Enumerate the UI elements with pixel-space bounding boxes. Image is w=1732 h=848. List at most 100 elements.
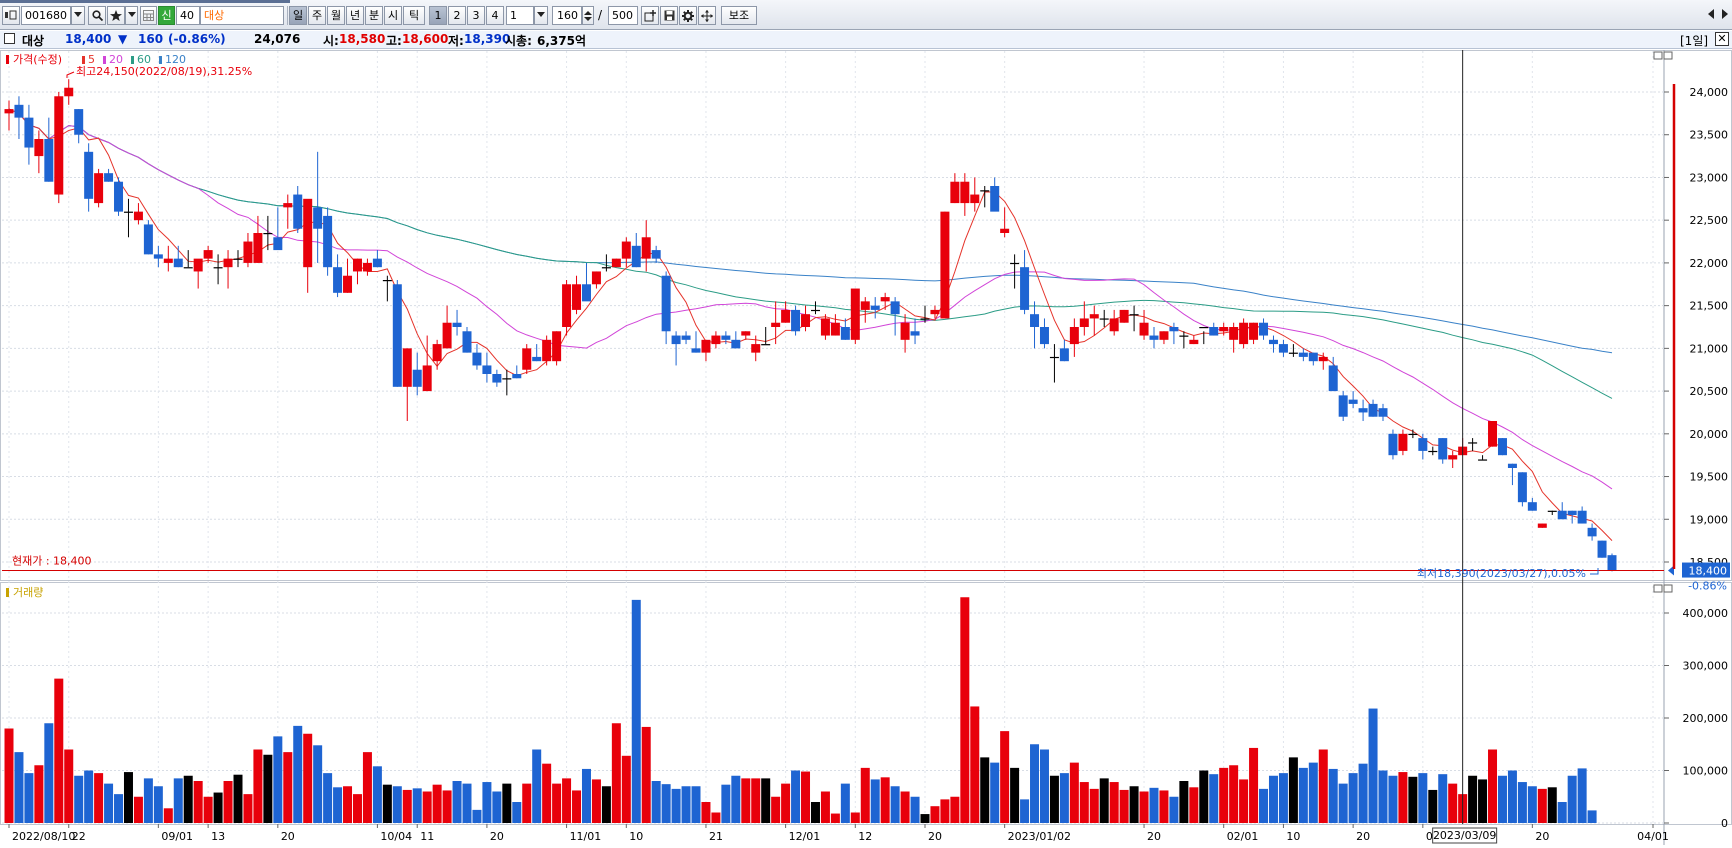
volume-bar — [173, 778, 183, 823]
close-icon[interactable]: ✕ — [1715, 32, 1729, 46]
volume-axis-tick: 300,000 — [1683, 660, 1729, 673]
volume-axis-tick: 400,000 — [1683, 607, 1729, 620]
favorite-star-icon[interactable] — [107, 6, 125, 25]
candle-body — [1049, 356, 1059, 359]
volume-bar — [1388, 775, 1398, 823]
price-axis-tick: 22,000 — [1690, 257, 1729, 270]
candle-body — [1259, 322, 1269, 336]
volume-bar — [801, 771, 811, 823]
candle-body — [1069, 327, 1079, 345]
interval-1-button[interactable]: 1 — [429, 6, 447, 25]
candle-body — [333, 267, 343, 293]
stepper-icon[interactable] — [582, 6, 594, 25]
candle-body — [542, 339, 552, 362]
candle-body — [1567, 510, 1577, 515]
grid-icon[interactable] — [140, 6, 157, 25]
add-chart-icon[interactable] — [641, 6, 659, 25]
period-hour-button[interactable]: 시 — [384, 6, 402, 25]
candle-body — [1079, 318, 1089, 327]
candle-body — [1189, 339, 1199, 345]
info-low-label: 저: — [448, 34, 464, 48]
volume-bar — [1069, 762, 1079, 823]
stock-chart-canvas[interactable]: 24,000 23,500 23,000 22,500 22,000 21,500 21,0… — [0, 50, 1732, 848]
candle-body — [243, 241, 253, 263]
candle-body — [273, 237, 283, 251]
info-change-arrow: ▼ — [118, 32, 128, 46]
period-month-button[interactable]: 월 — [327, 6, 345, 25]
period-minute-button[interactable]: 분 — [365, 6, 383, 25]
stock-name-field[interactable]: 대상 — [200, 6, 284, 25]
candle-body — [1577, 510, 1587, 524]
price-axis-tick: 21,500 — [1690, 300, 1729, 313]
volume-bar — [721, 784, 731, 823]
count-total: 500 — [608, 6, 638, 25]
volume-bar — [1308, 762, 1318, 823]
volume-bar — [1368, 708, 1378, 823]
volume-bar — [392, 786, 402, 823]
scroll-left-icon[interactable] — [1704, 6, 1717, 25]
candle-body — [1378, 408, 1388, 417]
candle-body — [1109, 318, 1119, 332]
candle-body — [562, 284, 572, 327]
candle-body — [422, 365, 432, 392]
volume-bar — [482, 782, 492, 823]
volume-bar — [1039, 749, 1049, 823]
volume-bar — [412, 788, 422, 823]
current-price-tag-text: 18,400 — [1689, 565, 1728, 578]
panel-minimize-icon — [1653, 51, 1663, 60]
volume-bar — [1577, 768, 1587, 823]
volume-bar — [1089, 788, 1099, 823]
interval-input[interactable]: 1 — [506, 6, 534, 25]
candle-body — [1418, 438, 1428, 451]
time-axis-tick: 20 — [928, 830, 942, 843]
volume-bar — [313, 745, 323, 823]
period-tick-button[interactable]: 틱 — [403, 6, 425, 25]
volume-bar — [940, 799, 950, 823]
period-year-button[interactable]: 년 — [346, 6, 364, 25]
volume-bar — [1229, 765, 1239, 823]
period-week-button[interactable]: 주 — [308, 6, 326, 25]
candle-body — [1278, 344, 1288, 353]
scroll-right-icon[interactable] — [1718, 6, 1731, 25]
candle-body — [1358, 408, 1368, 413]
window-menu-icon[interactable] — [2, 6, 20, 25]
info-checkbox[interactable] — [4, 33, 15, 44]
volume-bar — [1478, 779, 1488, 823]
search-icon[interactable] — [88, 6, 106, 25]
dropdown-icon[interactable] — [71, 6, 85, 25]
dropdown-icon[interactable] — [534, 6, 548, 25]
move-crosshair-icon[interactable] — [698, 6, 716, 25]
candle-body — [1468, 442, 1478, 444]
save-icon[interactable] — [660, 6, 678, 25]
price-axis-tick: 24,000 — [1690, 86, 1729, 99]
candle-body — [343, 275, 353, 293]
volume-bar — [1348, 773, 1358, 823]
volume-bar — [502, 783, 512, 823]
candle-body — [402, 348, 412, 387]
interval-2-button[interactable]: 2 — [448, 6, 466, 25]
settings-gear-icon[interactable] — [679, 6, 697, 25]
volume-bar — [1547, 787, 1557, 823]
volume-bar — [572, 790, 582, 823]
time-axis-tick: 02/01 — [1227, 830, 1259, 843]
volume-bar — [333, 787, 343, 823]
volume-bar — [273, 736, 283, 823]
time-axis-tick: 11/01 — [570, 830, 602, 843]
auxiliary-view-button[interactable]: 보조 — [721, 6, 757, 25]
period-day-button[interactable]: 일 — [289, 6, 307, 25]
dropdown-icon[interactable] — [125, 6, 138, 25]
interval-4-button[interactable]: 4 — [486, 6, 504, 25]
stock-code-input[interactable]: 001680 — [21, 6, 71, 25]
candle-body — [1139, 322, 1149, 336]
candle-body — [233, 258, 243, 260]
volume-bar — [1527, 786, 1537, 823]
volume-bar — [1259, 788, 1269, 823]
volume-bar — [820, 791, 830, 823]
interval-3-button[interactable]: 3 — [467, 6, 485, 25]
volume-bar — [601, 786, 611, 823]
info-period-label: [1일] — [1680, 34, 1709, 48]
volume-bar — [890, 786, 900, 823]
volume-bar — [243, 794, 253, 823]
candle-body — [691, 348, 701, 353]
count-input[interactable]: 160 — [552, 6, 582, 25]
